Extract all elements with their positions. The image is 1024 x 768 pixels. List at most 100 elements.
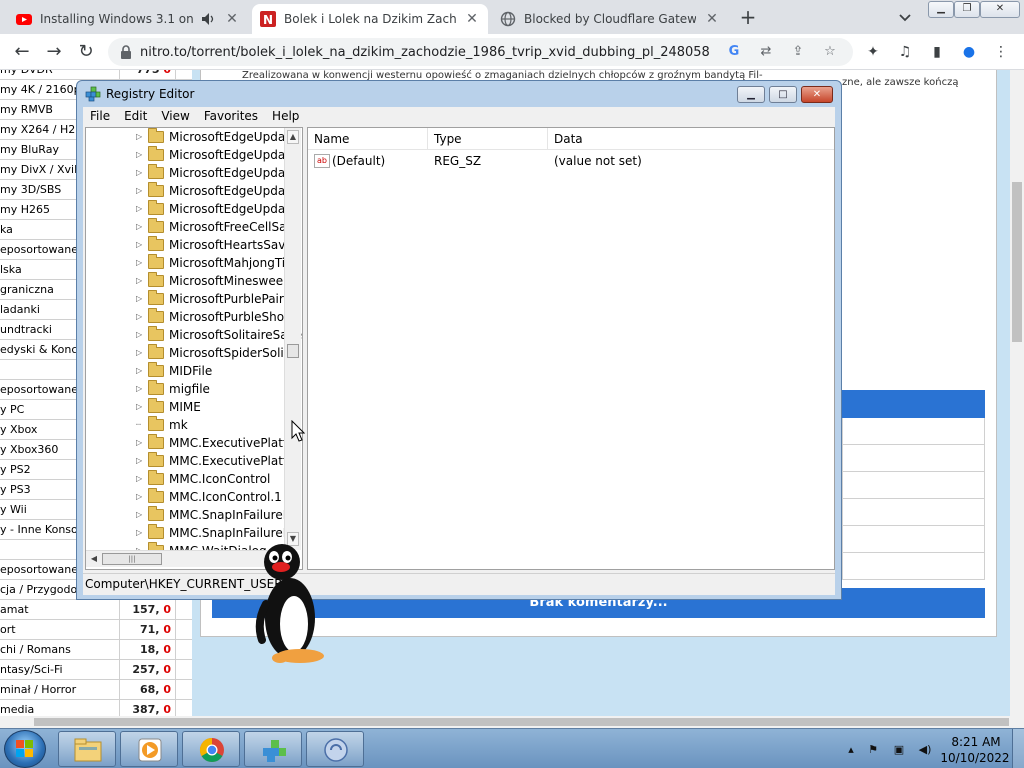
tree-item[interactable]: ▷ migfile <box>86 380 284 398</box>
category-name[interactable]: amat <box>0 600 120 619</box>
tree-item[interactable]: ▷ MMC.ExecutivePlatfo <box>86 452 295 470</box>
chevron-down-icon[interactable] <box>896 8 914 26</box>
expand-arrow-icon[interactable]: ▷ <box>136 380 146 398</box>
expand-arrow-icon[interactable]: ▷ <box>136 236 146 254</box>
forward-button[interactable]: → <box>44 42 64 62</box>
lock-icon[interactable] <box>120 45 132 59</box>
expand-arrow-icon[interactable]: ▷ <box>136 290 146 308</box>
tree-item[interactable]: ▷ MicrosoftFreeCellSave <box>86 218 301 236</box>
category-name[interactable]: ort <box>0 620 120 639</box>
tree-item[interactable]: ▷ MicrosoftEdgeUpdate <box>86 146 297 164</box>
category-name[interactable]: minał / Horror <box>0 680 120 699</box>
tab-nitro[interactable]: N Bolek i Lolek na Dzikim Zachodzie ✕ <box>252 4 488 34</box>
address-bar[interactable]: nitro.to/torrent/bolek_i_lolek_na_dzikim… <box>108 38 853 66</box>
scrollbar-thumb[interactable] <box>34 718 1009 726</box>
speaker-icon[interactable] <box>202 13 216 25</box>
share-icon[interactable]: ⇪ <box>790 44 806 60</box>
column-header-name[interactable]: Name <box>308 128 428 150</box>
expand-arrow-icon[interactable]: ▷ <box>136 398 146 416</box>
expand-arrow-icon[interactable]: ▷ <box>136 182 146 200</box>
tree-item[interactable]: ▷ MIME <box>86 398 284 416</box>
menu-view[interactable]: View <box>154 107 196 127</box>
google-icon[interactable]: G <box>726 44 742 60</box>
expand-arrow-icon[interactable]: ▷ <box>136 254 146 272</box>
category-row[interactable]: amat 157, 0 <box>0 600 192 620</box>
category-name[interactable]: chi / Romans <box>0 640 120 659</box>
expand-arrow-icon[interactable]: ▷ <box>136 470 146 488</box>
tree-item[interactable]: ▷ MMC.IconControl <box>86 470 284 488</box>
start-button[interactable] <box>4 730 46 768</box>
tree-item[interactable]: ▷ MicrosoftPurblePairsS <box>86 290 298 308</box>
maximize-button[interactable]: □ <box>769 86 797 103</box>
action-center-icon[interactable]: ⚑ <box>866 743 880 757</box>
taskbar-qbittorrent[interactable] <box>306 731 364 767</box>
tree-vertical-scrollbar[interactable]: ▲ ▼ <box>284 128 301 550</box>
tree-item[interactable]: ▷ MicrosoftHeartsSaveF <box>86 236 300 254</box>
menu-edit[interactable]: Edit <box>117 107 154 127</box>
expand-arrow-icon[interactable]: ▷ <box>136 164 146 182</box>
expand-arrow-icon[interactable]: ▷ <box>136 308 146 326</box>
close-icon[interactable]: ✕ <box>704 11 720 27</box>
expand-arrow-icon[interactable]: ▷ <box>136 524 146 542</box>
close-icon[interactable]: ✕ <box>224 11 240 27</box>
extensions-icon[interactable]: ✦ <box>864 43 882 61</box>
category-row[interactable]: ntasy/Sci-Fi 257, 0 <box>0 660 192 680</box>
clock-date[interactable]: 10/10/2022 <box>940 751 1010 765</box>
minimize-button[interactable]: ▁ <box>928 1 954 18</box>
expand-arrow-icon[interactable]: ▷ <box>136 344 146 362</box>
category-row[interactable]: ort 71, 0 <box>0 620 192 640</box>
category-row[interactable]: minał / Horror 68, 0 <box>0 680 192 700</box>
category-row[interactable]: chi / Romans 18, 0 <box>0 640 192 660</box>
tree-item[interactable]: ▷ MMC.SnapInFailureRe <box>86 524 298 542</box>
column-header-data[interactable]: Data <box>548 128 834 150</box>
tree-item[interactable]: ▷ MicrosoftSpiderSolita <box>86 344 296 362</box>
expand-arrow-icon[interactable]: ▷ <box>136 218 146 236</box>
expand-arrow-icon[interactable]: ▷ <box>136 200 146 218</box>
tree-item[interactable]: ▷ MicrosoftSolitaireSave <box>86 326 302 344</box>
tab-youtube[interactable]: Installing Windows 3.1 on an ✕ <box>8 4 248 34</box>
scrollbar-thumb[interactable]: ||| <box>102 553 162 565</box>
expand-arrow-icon[interactable]: ▷ <box>136 362 146 380</box>
reload-button[interactable]: ↻ <box>76 42 96 62</box>
clock-time[interactable]: 8:21 AM <box>944 735 1008 749</box>
media-control-icon[interactable]: ♫ <box>896 43 914 61</box>
scrollbar-thumb[interactable] <box>287 344 299 358</box>
window-titlebar[interactable]: Registry Editor ▁ □ ✕ <box>77 81 841 107</box>
menu-favorites[interactable]: Favorites <box>197 107 265 127</box>
expand-arrow-icon[interactable]: ▷ <box>136 146 146 164</box>
tree-item[interactable]: ▷ MIDFile <box>86 362 284 380</box>
column-header-type[interactable]: Type <box>428 128 548 150</box>
back-button[interactable]: ← <box>12 42 32 62</box>
menu-file[interactable]: File <box>83 107 117 127</box>
show-hidden-icons-icon[interactable]: ▴ <box>844 743 858 757</box>
expand-arrow-icon[interactable]: ▷ <box>136 128 146 146</box>
tree-item[interactable]: ▷ MicrosoftEdgeUpdate <box>86 164 297 182</box>
tab-cloudflare[interactable]: Blocked by Cloudflare Gateway ✕ <box>492 4 728 34</box>
expand-arrow-icon[interactable]: ▷ <box>136 272 146 290</box>
taskbar-registry-editor[interactable] <box>244 731 302 767</box>
scroll-left-arrow-icon[interactable]: ◀ <box>88 553 100 565</box>
side-panel-icon[interactable]: ▮ <box>928 43 946 61</box>
page-vertical-scrollbar[interactable] <box>1010 70 1024 728</box>
close-window-button[interactable]: ✕ <box>980 1 1020 18</box>
page-horizontal-scrollbar[interactable] <box>0 716 1010 728</box>
profile-avatar-icon[interactable]: ● <box>960 43 978 61</box>
restore-button[interactable]: ❐ <box>954 1 980 18</box>
expand-arrow-icon[interactable]: ▷ <box>136 506 146 524</box>
volume-icon[interactable]: ◀) <box>918 743 932 757</box>
expand-arrow-icon[interactable]: ▷ <box>136 488 146 506</box>
value-row[interactable]: ab (Default) REG_SZ (value not set) <box>308 152 834 170</box>
expand-arrow-icon[interactable]: ▷ <box>136 326 146 344</box>
minimize-button[interactable]: ▁ <box>737 86 765 103</box>
close-button[interactable]: ✕ <box>801 86 833 103</box>
menu-help[interactable]: Help <box>265 107 306 127</box>
taskbar-chrome[interactable] <box>182 731 240 767</box>
scroll-up-arrow-icon[interactable]: ▲ <box>287 130 299 144</box>
tree-item[interactable]: ▷ MicrosoftEdgeUpdate <box>86 182 297 200</box>
more-menu-icon[interactable]: ⋮ <box>992 43 1010 61</box>
tree-item[interactable]: ▷ MicrosoftEdgeUpdate <box>86 200 297 218</box>
expand-arrow-icon[interactable]: ▷ <box>136 434 146 452</box>
taskbar-explorer[interactable] <box>58 731 116 767</box>
tree-item[interactable]: ▷ MMC.SnapInFailureRe <box>86 506 298 524</box>
category-name[interactable]: my DVDR <box>0 70 120 79</box>
